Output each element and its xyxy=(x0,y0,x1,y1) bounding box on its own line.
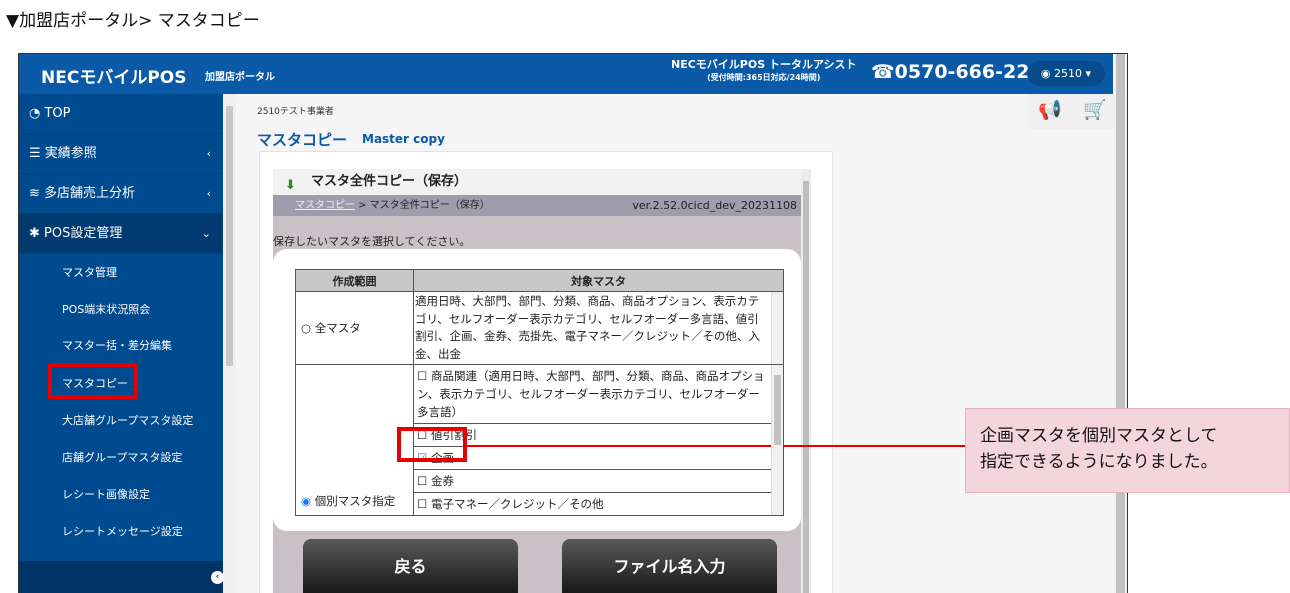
copy-dialog: ⬇ マスタ全件コピー（保存） マスタコピー > マスタ全件コピー（保存） ver.2… xyxy=(273,169,811,593)
callout-line: 指定できるようになりました。 xyxy=(980,452,1218,472)
checkbox[interactable]: ☐ xyxy=(417,497,431,511)
sidebar-subitem[interactable]: レシートメッセージ設定 xyxy=(62,523,183,539)
phone-number: 0570-666-221 xyxy=(894,61,1043,83)
chevron-down-icon: ⌄ xyxy=(201,227,211,240)
caret-down-icon: ▾ xyxy=(1082,67,1092,80)
sidebar-item-label: 多店舗売上分析 xyxy=(44,186,136,201)
highlight-kikaku xyxy=(397,427,467,462)
option-item[interactable]: ☐ 商品関連（適用日時、大部門、部門、分類、商品、商品オプション、表示カテゴリ、… xyxy=(414,365,783,424)
option-item[interactable]: ☑ 企画 xyxy=(414,447,783,470)
sidebar-footer: ‹ xyxy=(19,561,224,593)
callout-line: 企画マスタを個別マスタとして xyxy=(980,426,1218,446)
breadcrumb: マスタコピー > マスタ全件コピー（保存） ver.2.52.0cicd_dev_… xyxy=(273,195,801,216)
support-phone: ☎0570-666-221 xyxy=(871,61,1043,83)
sidebar-subitem[interactable]: POS端末状況照会 xyxy=(62,301,150,317)
column-header: 作成範囲 xyxy=(295,269,414,292)
sidebar-subitem[interactable]: 大店舗グループマスタ設定 xyxy=(62,412,193,428)
option-item[interactable]: ☐ 金券 xyxy=(414,470,783,493)
megaphone-icon[interactable]: 📢 xyxy=(1038,98,1062,121)
sidebar-item-results[interactable]: ☰ 実績参照 ‹ xyxy=(19,134,223,174)
checkbox[interactable]: ☐ xyxy=(417,369,431,383)
callout-connector xyxy=(467,445,965,447)
option-item[interactable]: ☐ 値引割引 xyxy=(414,424,783,447)
selection-box: 作成範囲 対象マスタ ○ 全マスタ 適用日時、大部門、部門、分類、商品、商品オプシ… xyxy=(273,249,801,531)
scrollbar[interactable] xyxy=(771,292,783,364)
sidebar-item-top[interactable]: ◔ TOP xyxy=(19,94,223,134)
breadcrumb-current: > マスタ全件コピー（保存） xyxy=(355,200,490,211)
brand-subtitle: 加盟店ポータル xyxy=(205,72,275,83)
sidebar-item-label: POS設定管理 xyxy=(44,226,123,241)
sidebar-item-pos-settings[interactable]: ✱ POS設定管理 ⌄ xyxy=(19,214,223,254)
support-title: NECモバイルPOS トータルアシスト xyxy=(671,58,857,71)
checkbox[interactable]: ☐ xyxy=(417,474,431,488)
sidebar-item-label: TOP xyxy=(44,106,71,121)
sidebar-subitem[interactable]: マスター括・差分編集 xyxy=(62,337,172,353)
instruction-text: 保存したいマスタを選択してください。 xyxy=(273,235,471,248)
sidebar-subitem[interactable]: マスタ管理 xyxy=(62,264,117,280)
sidebar-subitem[interactable]: 店舗グループマスタ設定 xyxy=(62,449,182,465)
chevron-left-icon: ‹ xyxy=(206,147,211,160)
option-item[interactable]: ☐ 電子マネー／クレジット／その他 xyxy=(414,493,783,515)
individual-options: ☐ 商品関連（適用日時、大部門、部門、分類、商品、商品オプション、表示カテゴリ、… xyxy=(413,364,784,516)
all-masters-text: 適用日時、大部門、部門、分類、商品、商品オプション、表示カテゴリ、セルフオーダー… xyxy=(415,294,760,361)
scope-all-cell[interactable]: ○ 全マスタ xyxy=(295,291,414,365)
user-menu-button[interactable]: ◉ 2510 ▾ xyxy=(1027,61,1105,86)
dialog-scrollbar-thumb[interactable] xyxy=(803,181,809,593)
caption: ▼加盟店ポータル> マスタコピー xyxy=(6,11,260,31)
support-hours: (受付時間:365日対応/24時間) xyxy=(707,73,821,82)
all-masters-list: 適用日時、大部門、部門、分類、商品、商品オプション、表示カテゴリ、セルフオーダー… xyxy=(413,291,784,365)
option-label: 電子マネー／クレジット／その他 xyxy=(430,497,604,511)
user-id: 2510 xyxy=(1054,67,1083,80)
page-scrollbar-thumb[interactable] xyxy=(1116,54,1125,593)
sidebar-scrollbar-thumb[interactable] xyxy=(226,106,233,366)
cart-icon[interactable]: 🛒 xyxy=(1083,98,1107,121)
option-label: 金券 xyxy=(430,474,454,488)
database-icon: ≋ xyxy=(29,186,45,201)
callout-note: 企画マスタを個別マスタとして 指定できるようになりました。 xyxy=(965,408,1290,493)
master-table: 作成範囲 対象マスタ ○ 全マスタ 適用日時、大部門、部門、分類、商品、商品オプシ… xyxy=(295,269,784,516)
option-label: 商品関連（適用日時、大部門、部門、分類、商品、商品オプション、表示カテゴリ、セル… xyxy=(417,369,765,419)
chevron-left-icon: ‹ xyxy=(206,187,211,200)
back-button[interactable]: 戻る xyxy=(303,539,518,593)
sidebar: ◔ TOP ☰ 実績参照 ‹ ≋ 多店舗売上分析 ‹ ✱ POS設定管理 ⌄ マスタ管… xyxy=(19,94,223,593)
scope-individual-cell[interactable]: ◉ 個別マスタ指定 xyxy=(295,364,414,516)
brand-logo[interactable]: NECモバイルPOS xyxy=(41,63,186,88)
options-list: ☐ 商品関連（適用日時、大部門、部門、分類、商品、商品オプション、表示カテゴリ、… xyxy=(414,365,783,515)
dialog-title-text: マスタ全件コピー（保存） xyxy=(311,174,468,189)
header-icons: 📢 🛒 xyxy=(1028,94,1113,129)
business-name: 2510テスト事業者 xyxy=(257,107,334,117)
version: ver.2.52.0cicd_dev_20231108 xyxy=(632,199,797,212)
app-window: NECモバイルPOS 加盟店ポータル NECモバイルPOS トータルアシスト (受… xyxy=(18,53,1128,593)
radio-label: 個別マスタ指定 xyxy=(314,494,396,508)
radio-individual[interactable]: ◉ xyxy=(301,494,315,508)
sidebar-item-analysis[interactable]: ≋ 多店舗売上分析 ‹ xyxy=(19,174,223,214)
sidebar-item-label: 実績参照 xyxy=(44,146,97,161)
sidebar-subitem[interactable]: レシート画像設定 xyxy=(62,486,150,502)
page-title-en: Master copy xyxy=(362,132,445,146)
phone-icon: ☎ xyxy=(871,61,895,83)
page-title: マスタコピー xyxy=(257,131,348,149)
radio-all[interactable]: ○ xyxy=(301,321,315,335)
list-icon: ☰ xyxy=(29,146,45,161)
top-header: NECモバイルPOS 加盟店ポータル NECモバイルPOS トータルアシスト (受… xyxy=(19,54,1113,94)
dashboard-icon: ◔ xyxy=(29,106,45,121)
column-header: 対象マスタ xyxy=(413,269,784,292)
breadcrumb-link[interactable]: マスタコピー xyxy=(295,200,355,211)
scrollbar[interactable] xyxy=(771,365,783,515)
dialog-title: ⬇ マスタ全件コピー（保存） xyxy=(273,169,801,195)
radio-label: 全マスタ xyxy=(314,321,361,335)
highlight-sidebar-master-copy xyxy=(48,363,138,399)
user-icon: ◉ xyxy=(1040,67,1055,80)
gear-icon: ✱ xyxy=(29,226,45,241)
file-name-input-button[interactable]: ファイル名入力 xyxy=(562,539,777,593)
support-info: NECモバイルPOS トータルアシスト (受付時間:365日対応/24時間) xyxy=(671,58,857,84)
